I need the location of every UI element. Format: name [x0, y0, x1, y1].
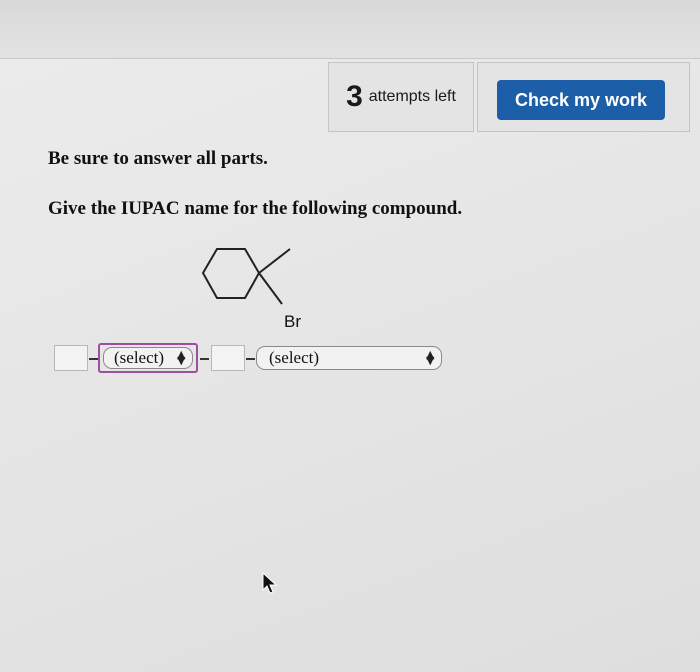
hyphen — [246, 358, 255, 360]
locant-input-2[interactable] — [211, 345, 245, 371]
substituent-select-1[interactable]: (select) ▲ ▼ — [103, 347, 193, 369]
select-focus-outline: (select) ▲ ▼ — [98, 343, 198, 373]
hyphen — [200, 358, 209, 360]
check-panel: Check my work — [477, 62, 690, 132]
select-value: (select) — [114, 348, 165, 367]
cyclohexane-ring — [201, 248, 261, 299]
attempts-label: attempts left — [368, 88, 456, 105]
attempts-count: 3 — [346, 80, 363, 113]
mouse-pointer-icon — [262, 572, 278, 594]
bond-to-ch2 — [258, 248, 291, 274]
check-my-work-button[interactable]: Check my work — [497, 80, 665, 120]
parent-name-select[interactable]: (select) ▲ ▼ — [256, 346, 442, 370]
locant-input-1[interactable] — [54, 345, 88, 371]
top-strip — [0, 0, 700, 59]
bromomethylcyclohexane-structure — [201, 248, 291, 305]
hyphen — [89, 358, 98, 360]
attempts-panel: 3 attempts left — [328, 62, 474, 132]
instruction-text: Be sure to answer all parts. — [48, 148, 268, 169]
up-down-arrow-icon: ▲ ▼ — [177, 348, 186, 367]
up-down-arrow-icon: ▲ ▼ — [426, 348, 435, 367]
select-value: (select) — [269, 348, 320, 367]
question-prompt: Give the IUPAC name for the following co… — [48, 198, 463, 219]
bromine-label: Br — [284, 312, 301, 331]
answer-row: (select) ▲ ▼ (select) ▲ ▼ — [54, 343, 454, 375]
bond-to-br — [258, 272, 283, 305]
